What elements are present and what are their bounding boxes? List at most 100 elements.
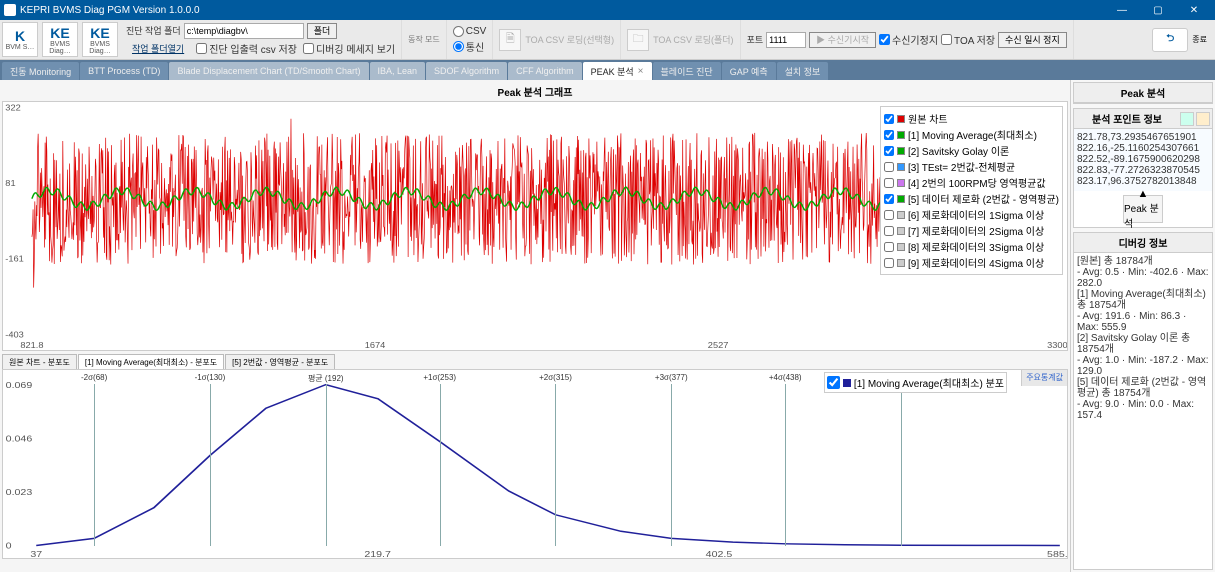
legend-label-3: [3] TEst= 2번값-전체평균 [908, 159, 1015, 174]
chk-debug-msg[interactable]: 디버깅 메세지 보기 [303, 41, 395, 56]
tab-5[interactable]: CFF Algorithm [508, 62, 582, 80]
chart1-title: Peak 분석 그래프 [2, 82, 1068, 101]
toa-folder-icon[interactable]: 🗀 [627, 29, 649, 51]
legend-chk-4[interactable] [884, 178, 894, 188]
window-close[interactable]: ✕ [1177, 1, 1211, 19]
sigma-label-3: +1σ(253) [423, 373, 456, 382]
legend-chk-0[interactable] [884, 114, 894, 124]
svg-text:821.8: 821.8 [20, 340, 43, 349]
legend-chk-6[interactable] [884, 210, 894, 220]
svg-text:0.069: 0.069 [6, 381, 33, 391]
port-input[interactable] [766, 32, 806, 48]
main-tabstrip: 진동 MonitoringBTT Process (TD)Blade Displ… [0, 60, 1215, 80]
chk-rx-stop[interactable]: 수신기정지 [879, 32, 938, 47]
sigma-label-6: +4σ(438) [769, 373, 802, 382]
tab-3[interactable]: IBA, Lean [370, 62, 426, 80]
toa-csv-button[interactable]: TOA CSV 로딩(선택형) [525, 33, 614, 46]
radio-csv[interactable]: CSV [453, 26, 487, 37]
points-list[interactable]: 821.78,73.2935467651901822.16,-25.116025… [1074, 129, 1212, 191]
svg-text:585.3: 585.3 [1047, 550, 1067, 558]
chart2-area[interactable]: 00.0230.0460.06937219.7402.5585.3 -2σ(68… [2, 369, 1068, 559]
legend-chk-2[interactable] [884, 146, 894, 156]
legend-chk-1[interactable] [884, 130, 894, 140]
app-tile-2[interactable]: KE BVMS Diag… [82, 22, 118, 57]
svg-text:1674: 1674 [365, 340, 386, 349]
legend-label-2: [2] Savitsky Golay 이론 [908, 143, 1009, 158]
legend-label-8: [8] 제로화데이터의 3Sigma 이상 [908, 239, 1044, 254]
svg-text:37: 37 [30, 550, 42, 558]
sigma-label-2: 평균 (192) [308, 373, 344, 384]
legend-label-0: 원본 차트 [908, 111, 948, 126]
legend-label-5: [5] 데이터 제로화 (2번값 - 영역평균) [908, 191, 1059, 206]
app-tile-1[interactable]: KE BVMS Diag… [42, 22, 78, 57]
workdir-input[interactable] [184, 23, 304, 39]
sigma-line-1 [210, 384, 211, 546]
legend-chk-7[interactable] [884, 226, 894, 236]
svg-text:219.7: 219.7 [364, 550, 391, 558]
chart2-side-tab[interactable]: 주요통계값 [1021, 370, 1067, 386]
chart2-legend-chk[interactable] [827, 376, 840, 389]
sigma-line-5 [671, 384, 672, 546]
tab-9[interactable]: 설치 정보 [777, 62, 829, 80]
sub-tab-0[interactable]: 원본 차트 - 분포도 [2, 354, 77, 369]
sigma-line-2 [326, 384, 327, 546]
chk-toa-save[interactable]: TOA 저장 [941, 32, 995, 47]
tab-4[interactable]: SDOF Algorithm [426, 62, 507, 80]
tab-1[interactable]: BTT Process (TD) [80, 62, 168, 80]
chk-csv-save[interactable]: 진단 입출력 csv 저장 [196, 41, 297, 56]
toa-open-icon[interactable]: 🗎 [499, 29, 521, 51]
svg-text:322: 322 [5, 103, 21, 112]
svg-text:81: 81 [5, 178, 15, 187]
svg-text:3300.1: 3300.1 [1047, 340, 1067, 349]
svg-text:-161: -161 [5, 254, 24, 263]
chart1-legend: 원본 차트[1] Moving Average(최대최소)[2] Savitsk… [880, 106, 1063, 275]
tab-7[interactable]: 블레이드 진단 [653, 62, 721, 80]
points-head: 분석 포인트 정보 [1076, 111, 1178, 126]
dbg-list: [원본] 총 18784개 - Avg: 0.5 · Min: -402.6 ·… [1074, 253, 1212, 424]
svg-text:0.046: 0.046 [6, 434, 33, 444]
tab-6[interactable]: PEAK 분석× [583, 62, 652, 80]
exit-button[interactable]: ⮌ [1152, 28, 1188, 52]
window-maximize[interactable]: ▢ [1141, 1, 1175, 19]
tab-8[interactable]: GAP 예측 [722, 62, 776, 80]
legend-chk-8[interactable] [884, 242, 894, 252]
chart2-legend-label: [1] Moving Average(최대최소) 분포 [854, 375, 1004, 390]
legend-label-4: [4] 2번의 100RPM당 영역평균값 [908, 175, 1046, 190]
radio-rx[interactable]: 통신 [453, 39, 487, 54]
app-tile-0[interactable]: K BVM S… [2, 22, 38, 57]
svg-text:0.023: 0.023 [6, 488, 33, 498]
open-folder-button[interactable]: 작업 폴더열기 [126, 41, 190, 57]
refresh-icon[interactable] [1180, 112, 1194, 126]
rx-start-button[interactable]: ▶ 수신기시작 [809, 32, 876, 48]
legend-label-9: [9] 제로화데이터의 4Sigma 이상 [908, 255, 1044, 270]
svg-text:0: 0 [6, 542, 12, 552]
tab-close-icon[interactable]: × [638, 66, 644, 77]
svg-text:-403: -403 [5, 330, 24, 339]
sigma-line-0 [94, 384, 95, 546]
legend-label-1: [1] Moving Average(최대최소) [908, 127, 1037, 142]
sub-tab-2[interactable]: [5] 2번값 - 영역평균 - 분포도 [225, 354, 335, 369]
legend-chk-3[interactable] [884, 162, 894, 172]
mode-label: 동작 모드 [408, 34, 440, 45]
workdir-browse-button[interactable]: 폴더 [307, 23, 338, 39]
legend-label-6: [6] 제로화데이터의 1Sigma 이상 [908, 207, 1044, 222]
sub-tab-1[interactable]: [1] Moving Average(최대최소) - 분포도 [78, 354, 224, 369]
sigma-line-6 [785, 384, 786, 546]
port-label: 포트 [747, 33, 764, 46]
peak-analyze-button[interactable]: ▲ Peak 분석 [1123, 195, 1163, 223]
rx-limits-button[interactable]: 수신 일시 정지 [998, 32, 1067, 48]
legend-chk-5[interactable] [884, 194, 894, 204]
tab-2[interactable]: Blade Displacement Chart (TD/Smooth Char… [169, 62, 368, 80]
toa-folder-button[interactable]: TOA CSV 로딩(폴더) [653, 33, 733, 46]
sigma-label-1: -1σ(130) [195, 373, 226, 382]
window-minimize[interactable]: — [1105, 1, 1139, 19]
workdir-label: 진단 작업 폴더 [126, 24, 181, 37]
exit-label: 종료 [1192, 34, 1207, 45]
sigma-label-0: -2σ(68) [81, 373, 107, 382]
tab-0[interactable]: 진동 Monitoring [2, 62, 79, 80]
sigma-line-3 [440, 384, 441, 546]
export-icon[interactable] [1196, 112, 1210, 126]
legend-label-7: [7] 제로화데이터의 2Sigma 이상 [908, 223, 1044, 238]
chart1-area[interactable]: -403-16181322821.8167425273300.1 원본 차트[1… [2, 101, 1068, 351]
legend-chk-9[interactable] [884, 258, 894, 268]
